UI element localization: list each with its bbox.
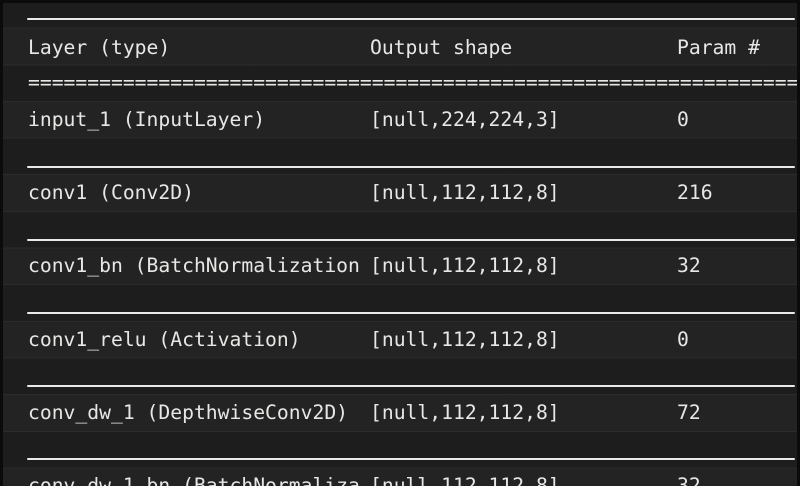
- layer-name-cell: conv_dw_1_bn (BatchNormaliza: [28, 476, 360, 486]
- equals-separator: ========================================…: [28, 73, 798, 93]
- column-header-param: Param #: [677, 38, 760, 58]
- terminal-screen: Layer (type) Output shape Param # ======…: [0, 0, 800, 486]
- param-count-cell: 0: [677, 110, 689, 130]
- column-header-output-shape: Output shape: [370, 38, 512, 58]
- layer-name-cell: input_1 (InputLayer): [28, 110, 265, 130]
- param-count-cell: 32: [677, 476, 701, 486]
- row-divider-line: [27, 385, 795, 387]
- row-divider-line: [27, 458, 795, 460]
- param-count-cell: 72: [677, 403, 701, 423]
- row-divider-line: [27, 166, 795, 168]
- layer-name-cell: conv_dw_1 (DepthwiseConv2D): [28, 403, 348, 423]
- output-shape-cell: [null,112,112,8]: [370, 330, 560, 350]
- output-shape-cell: [null,112,112,8]: [370, 183, 560, 203]
- layer-name-cell: conv1_relu (Activation): [28, 330, 301, 350]
- param-count-cell: 216: [677, 183, 713, 203]
- output-shape-cell: [null,112,112,8]: [370, 476, 560, 486]
- divider-line-top: [27, 18, 795, 20]
- layer-name-cell: conv1_bn (BatchNormalization: [28, 256, 360, 276]
- column-header-layer: Layer (type): [28, 38, 170, 58]
- layer-name-cell: conv1 (Conv2D): [28, 183, 194, 203]
- window-border-left: [0, 0, 3, 486]
- param-count-cell: 0: [677, 330, 689, 350]
- row-divider-line: [27, 239, 795, 241]
- row-divider-line: [27, 312, 795, 314]
- output-shape-cell: [null,112,112,8]: [370, 256, 560, 276]
- output-shape-cell: [null,224,224,3]: [370, 110, 560, 130]
- window-border-top: [0, 0, 800, 3]
- param-count-cell: 32: [677, 256, 701, 276]
- output-shape-cell: [null,112,112,8]: [370, 403, 560, 423]
